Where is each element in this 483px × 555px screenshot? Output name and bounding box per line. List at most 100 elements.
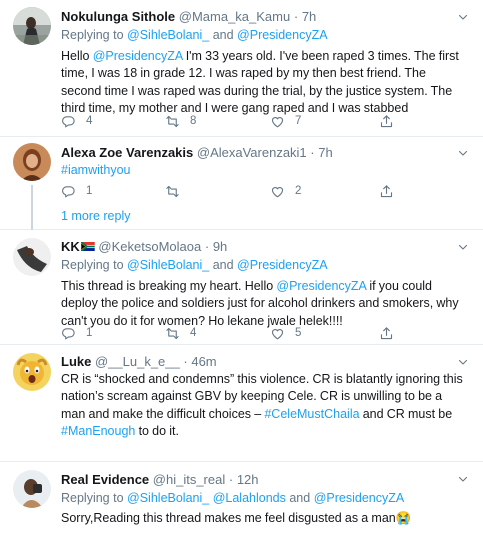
- mention-link[interactable]: @PresidencyZA: [314, 491, 405, 505]
- avatar[interactable]: [13, 7, 51, 45]
- timestamp[interactable]: 9h: [213, 239, 227, 254]
- timestamp[interactable]: 7h: [318, 145, 332, 160]
- heart-icon: [270, 184, 285, 199]
- reply-button[interactable]: 1: [61, 324, 92, 342]
- tweet-actions: 4 8 7: [61, 112, 401, 130]
- tweet-alexa[interactable]: Alexa Zoe Varenzakis @AlexaVarenzaki1 · …: [0, 137, 483, 230]
- timestamp[interactable]: 12h: [237, 472, 259, 487]
- display-name[interactable]: Alexa Zoe Varenzakis: [61, 145, 193, 160]
- mention-link[interactable]: @SihleBolani_: [127, 258, 209, 272]
- mention-link[interactable]: @PresidencyZA: [237, 28, 328, 42]
- share-button[interactable]: [379, 182, 394, 200]
- reply-count: 1: [86, 185, 93, 197]
- display-name[interactable]: Nokulunga Sithole: [61, 9, 175, 24]
- user-handle[interactable]: @AlexaVarenzaki1: [197, 145, 307, 160]
- separator-dot: ·: [310, 145, 315, 160]
- replying-to: Replying to @SihleBolani_ @Lalahlonds an…: [61, 490, 467, 507]
- like-count: 7: [295, 115, 302, 127]
- mention-link[interactable]: @PresidencyZA: [276, 279, 366, 293]
- replying-to: Replying to @SihleBolani_ and @Presidenc…: [61, 27, 467, 44]
- tweet-header: Real Evidence @hi_its_real · 12h: [61, 471, 467, 488]
- like-button[interactable]: 2: [270, 182, 301, 200]
- share-icon: [379, 114, 394, 129]
- user-handle[interactable]: @KeketsoMolaoa: [98, 239, 201, 254]
- south-africa-flag-icon: [80, 242, 95, 251]
- tweet-text-part: Sorry,Reading this thread makes me feel …: [61, 511, 396, 525]
- tweet-text-part: to do it.: [138, 424, 179, 439]
- chevron-down-icon[interactable]: [457, 241, 469, 253]
- retweet-count: 4: [190, 327, 197, 339]
- timestamp[interactable]: 46m: [191, 354, 216, 369]
- avatar[interactable]: [13, 353, 51, 391]
- show-more-replies-link[interactable]: 1 more reply: [61, 208, 130, 225]
- display-name[interactable]: KK: [61, 239, 80, 254]
- tweet-actions: 1 4 5: [61, 324, 401, 342]
- separator-dot: ·: [293, 9, 299, 24]
- mention-link[interactable]: @PresidencyZA: [93, 49, 183, 63]
- separator-dot: ·: [183, 354, 188, 369]
- heart-icon: [270, 114, 285, 129]
- tweet-header: Nokulunga Sithole @Mama_ka_Kamu · 7h: [61, 8, 467, 25]
- reply-icon: [61, 114, 76, 129]
- mention-link[interactable]: @Lalahlonds: [213, 491, 286, 505]
- tweet-text: Hello @PresidencyZA I'm 33 years old. I'…: [61, 48, 467, 118]
- chevron-down-icon[interactable]: [457, 11, 469, 23]
- display-name[interactable]: Real Evidence: [61, 472, 149, 487]
- avatar[interactable]: [13, 470, 51, 508]
- hashtag-link[interactable]: #iamwithyou: [61, 163, 130, 177]
- retweet-icon: [165, 184, 180, 199]
- avatar[interactable]: [13, 238, 51, 276]
- share-icon: [379, 326, 394, 341]
- retweet-icon: [165, 326, 180, 341]
- tweet-text-part: Hello: [61, 49, 90, 63]
- mention-link[interactable]: @SihleBolani_: [127, 28, 209, 42]
- tweet-header: Alexa Zoe Varenzakis @AlexaVarenzaki1 · …: [61, 144, 467, 161]
- mention-link[interactable]: @PresidencyZA: [237, 258, 328, 272]
- display-name[interactable]: Luke: [61, 354, 91, 369]
- tweet-real-evidence[interactable]: Real Evidence @hi_its_real · 12h Replyin…: [0, 462, 483, 555]
- retweet-button[interactable]: 8: [165, 112, 196, 130]
- mention-link[interactable]: @SihleBolani_: [127, 491, 209, 505]
- reply-button[interactable]: 4: [61, 112, 92, 130]
- tweet-kk[interactable]: KK @KeketsoMolaoa · 9h Replying to @Sihl…: [0, 230, 483, 345]
- tweet-text: Sorry,Reading this thread makes me feel …: [61, 510, 467, 527]
- separator-dot: ·: [228, 472, 234, 487]
- tweet-nokulunga[interactable]: Nokulunga Sithole @Mama_ka_Kamu · 7h Rep…: [0, 0, 483, 137]
- tweet-text-part: and CR must be: [362, 406, 453, 421]
- chevron-down-icon[interactable]: [457, 147, 469, 159]
- retweet-icon: [165, 114, 180, 129]
- tweet-text-part: This thread is breaking my heart. Hello: [61, 279, 274, 293]
- user-handle[interactable]: @Mama_ka_Kamu: [179, 9, 290, 24]
- retweet-button[interactable]: 4: [165, 324, 196, 342]
- avatar[interactable]: [13, 143, 51, 181]
- reply-icon: [61, 326, 76, 341]
- chevron-down-icon[interactable]: [457, 356, 469, 368]
- tweet-text: This thread is breaking my heart. Hello …: [61, 278, 467, 330]
- like-button[interactable]: 5: [270, 324, 301, 342]
- tweet-feed: Nokulunga Sithole @Mama_ka_Kamu · 7h Rep…: [0, 0, 483, 555]
- share-icon: [379, 184, 394, 199]
- like-button[interactable]: 7: [270, 112, 301, 130]
- tweet-actions: 1 2: [61, 182, 401, 200]
- share-button[interactable]: [379, 112, 394, 130]
- chevron-down-icon[interactable]: [457, 473, 469, 485]
- reply-count: 1: [86, 327, 93, 339]
- like-count: 2: [295, 185, 302, 197]
- reply-button[interactable]: 1: [61, 182, 92, 200]
- crying-emoji: 😭: [395, 511, 412, 525]
- replying-to-label: Replying to: [61, 491, 124, 505]
- reply-count: 4: [86, 115, 93, 127]
- like-count: 5: [295, 327, 302, 339]
- replying-to: Replying to @SihleBolani_ and @Presidenc…: [61, 257, 467, 274]
- user-handle[interactable]: @hi_its_real: [153, 472, 225, 487]
- hashtag-link[interactable]: #ManEnough: [61, 424, 135, 438]
- retweet-count: 8: [190, 115, 197, 127]
- replying-to-label: Replying to: [61, 28, 124, 42]
- retweet-button[interactable]: [165, 182, 190, 200]
- tweet-luke[interactable]: Luke @__Lu_k_e__ · 46m CR is “shocked an…: [0, 345, 483, 462]
- share-button[interactable]: [379, 324, 394, 342]
- timestamp[interactable]: 7h: [302, 9, 316, 24]
- reply-icon: [61, 184, 76, 199]
- hashtag-link[interactable]: #CeleMustChaila: [264, 407, 359, 421]
- user-handle[interactable]: @__Lu_k_e__: [95, 354, 180, 369]
